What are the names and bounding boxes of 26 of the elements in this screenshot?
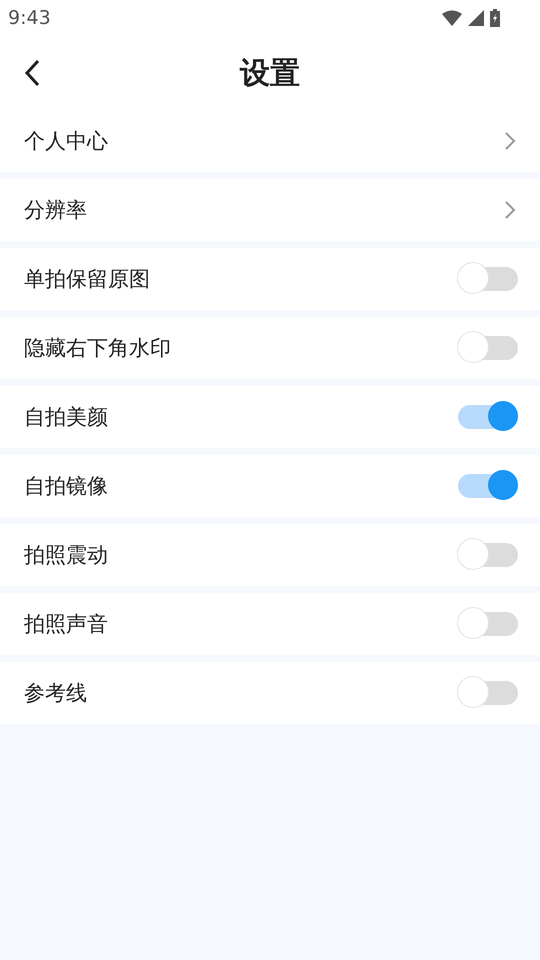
settings-row[interactable]: 单拍保留原图 bbox=[0, 248, 540, 310]
settings-row[interactable]: 拍照声音 bbox=[0, 593, 540, 655]
page-title: 设置 bbox=[240, 54, 300, 92]
setting-label: 拍照声音 bbox=[24, 611, 108, 638]
settings-row[interactable]: 自拍美颜 bbox=[0, 386, 540, 448]
settings-row[interactable]: 参考线 bbox=[0, 662, 540, 724]
chevron-icon bbox=[504, 200, 516, 220]
setting-label: 隐藏右下角水印 bbox=[24, 335, 171, 362]
setting-label: 个人中心 bbox=[24, 128, 108, 155]
setting-label: 拍照震动 bbox=[24, 542, 108, 569]
setting-label: 自拍镜像 bbox=[24, 473, 108, 500]
wifi-icon bbox=[442, 10, 462, 26]
setting-label: 参考线 bbox=[24, 680, 87, 707]
battery-icon bbox=[490, 9, 500, 27]
back-icon[interactable] bbox=[24, 59, 40, 87]
chevron-icon bbox=[504, 131, 516, 151]
status-time: 9:43 bbox=[8, 7, 51, 29]
setting-label: 自拍美颜 bbox=[24, 404, 108, 431]
signal-icon bbox=[468, 10, 484, 26]
settings-row[interactable]: 隐藏右下角水印 bbox=[0, 317, 540, 379]
settings-row[interactable]: 分辨率 bbox=[0, 179, 540, 241]
setting-label: 分辨率 bbox=[24, 197, 87, 224]
settings-row[interactable]: 自拍镜像 bbox=[0, 455, 540, 517]
settings-row[interactable]: 个人中心 bbox=[0, 110, 540, 172]
setting-label: 单拍保留原图 bbox=[24, 266, 150, 293]
settings-row[interactable]: 拍照震动 bbox=[0, 524, 540, 586]
